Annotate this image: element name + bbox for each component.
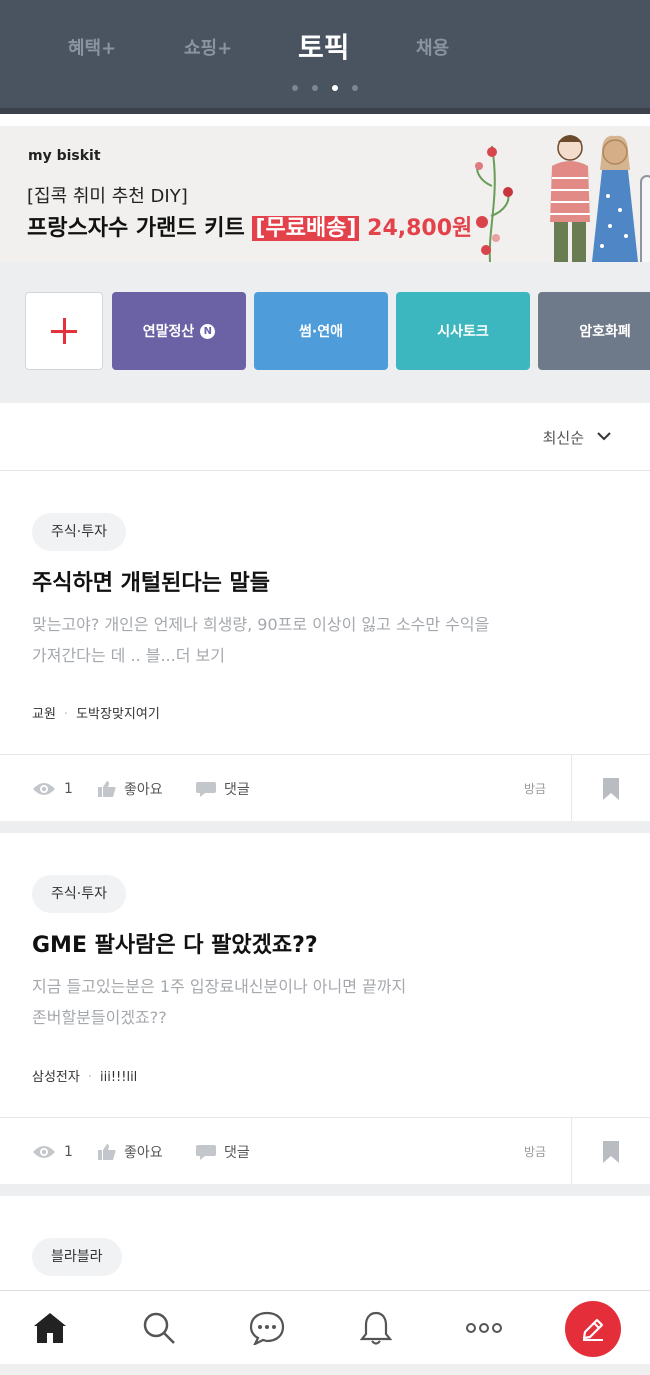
banner-illustration: [475, 135, 638, 262]
topic-category-bar: 연말정산 N 썸·연애 시사토크 암호화폐: [0, 262, 650, 403]
post-divider: [0, 1184, 650, 1196]
banner-title-main: 프랑스자수 가랜드 키트: [27, 216, 245, 241]
eye-icon: [33, 1146, 55, 1158]
post-topic-tag[interactable]: 블라블라: [32, 1238, 122, 1276]
app-screen: 혜택+ 쇼핑+ 토픽 채용 my biskit [집콕 취미 추천 DIY] 프…: [0, 0, 650, 1375]
post-topic-tag[interactable]: 주식·투자: [32, 875, 126, 913]
nav-notifications-button[interactable]: [358, 1309, 394, 1347]
write-post-button[interactable]: [565, 1301, 621, 1357]
post-topic-tag[interactable]: 주식·투자: [32, 513, 126, 551]
tab-shopping[interactable]: 쇼핑+: [184, 34, 232, 60]
topic-chip-label: 암호화폐: [579, 324, 631, 340]
view-count: 1: [32, 755, 73, 823]
bookmark-icon: [603, 1141, 619, 1163]
page-dot: [352, 85, 358, 91]
post-divider: [0, 821, 650, 833]
view-count-value: 1: [64, 781, 73, 797]
top-tab-bar: 혜택+ 쇼핑+ 토픽 채용: [0, 0, 650, 114]
page-indicator: [292, 85, 358, 91]
post-time: 방금: [524, 1145, 547, 1159]
bookmark-icon: [603, 778, 619, 800]
comment-button[interactable]: 댓글: [196, 755, 250, 823]
banner-subtitle: [집콕 취미 추천 DIY]: [27, 186, 188, 207]
plus-icon: [51, 318, 77, 344]
sort-row: 최신순: [0, 403, 650, 471]
tab-jobs[interactable]: 채용: [416, 34, 449, 60]
write-icon: [582, 1318, 604, 1341]
comment-label: 댓글: [224, 1145, 250, 1161]
topic-chip-current-affairs[interactable]: 시사토크: [396, 292, 530, 370]
comment-label: 댓글: [224, 782, 250, 798]
post-title[interactable]: GME 팔사람은 다 팔았겠죠??: [32, 927, 318, 959]
topic-chip-label: 연말정산: [142, 324, 195, 340]
home-icon: [34, 1313, 66, 1343]
add-topic-button[interactable]: [25, 292, 103, 370]
post-author-meta: 삼성전자 · iii!!!lil: [32, 1066, 137, 1085]
post-excerpt-line: 맞는고야? 개인은 언제나 희생량, 90프로 이상이 잃고 소수만 수익을: [32, 615, 490, 634]
sort-dropdown[interactable]: 최신순: [543, 427, 584, 448]
post-excerpt-line: 존버할분들이겠죠??: [32, 1008, 167, 1027]
author-company: 삼성전자: [32, 1070, 80, 1085]
comment-icon: [196, 782, 216, 797]
view-count: 1: [32, 1118, 73, 1186]
thumbs-up-icon: [98, 1144, 116, 1160]
comment-button[interactable]: 댓글: [196, 1118, 250, 1186]
like-button[interactable]: 좋아요: [98, 1118, 163, 1186]
banner-free-shipping: [무료배송]: [252, 216, 360, 241]
post-action-bar: 1 좋아요 댓글 방금: [0, 1117, 650, 1186]
topic-chip-crypto[interactable]: 암호화폐: [538, 292, 650, 370]
nav-search-button[interactable]: [141, 1309, 177, 1347]
post-excerpt: 맞는고야? 개인은 언제나 희생량, 90프로 이상이 잃고 소수만 수익을 가…: [32, 609, 592, 671]
post-excerpt-line: 지금 들고있는분은 1주 입장료내신분이나 아니면 끝까지: [32, 977, 407, 996]
search-icon: [143, 1312, 175, 1344]
topic-chip-tax[interactable]: 연말정산 N: [112, 292, 246, 370]
nav-more-button[interactable]: [466, 1309, 502, 1347]
banner-price: 24,800원: [367, 216, 473, 241]
topic-chip-label: 썸·연애: [299, 324, 343, 340]
nav-home-button[interactable]: [32, 1309, 68, 1347]
page-dot-active: [332, 85, 338, 91]
author-company: 교원: [32, 707, 56, 722]
post-title[interactable]: 주식하면 개털된다는 말들: [32, 565, 270, 597]
like-button[interactable]: 좋아요: [98, 755, 163, 823]
tab-benefits[interactable]: 혜택+: [68, 34, 116, 60]
meta-separator: ·: [87, 1070, 92, 1085]
like-label: 좋아요: [124, 1145, 163, 1161]
bell-icon: [360, 1311, 392, 1345]
bottom-navigation: [0, 1290, 650, 1375]
more-icon: [466, 1323, 502, 1333]
page-dot: [292, 85, 298, 91]
meta-separator: ·: [63, 707, 69, 722]
chat-icon: [249, 1311, 285, 1345]
post-excerpt: 지금 들고있는분은 1주 입장료내신분이나 아니면 끝까지 존버할분들이겠죠??: [32, 971, 592, 1033]
thumbs-up-icon: [98, 781, 116, 797]
post-card[interactable]: 주식·투자 주식하면 개털된다는 말들 맞는고야? 개인은 언제나 희생량, 9…: [0, 471, 650, 823]
post-author-meta: 교원 · 도박장맞지여기: [32, 703, 160, 722]
banner-title: 프랑스자수 가랜드 키트 [무료배송] 24,800원: [27, 210, 472, 242]
post-time: 방금: [524, 782, 547, 796]
author-nickname: 도박장맞지여기: [76, 707, 160, 722]
comment-icon: [196, 1145, 216, 1160]
like-label: 좋아요: [124, 782, 163, 798]
page-dot: [312, 85, 318, 91]
topic-chip-dating[interactable]: 썸·연애: [254, 292, 388, 370]
post-action-bar: 1 좋아요 댓글 방금: [0, 754, 650, 823]
eye-icon: [33, 783, 55, 795]
post-excerpt-line: 가져간다는 데 .. 블...더 보기: [32, 646, 225, 665]
post-card[interactable]: 주식·투자 GME 팔사람은 다 팔았겠죠?? 지금 들고있는분은 1주 입장료…: [0, 833, 650, 1186]
bookmark-button[interactable]: [571, 1118, 650, 1186]
system-home-bar: [0, 1364, 650, 1375]
view-count-value: 1: [64, 1144, 73, 1160]
chevron-down-icon[interactable]: [596, 428, 612, 444]
ad-banner[interactable]: my biskit [집콕 취미 추천 DIY] 프랑스자수 가랜드 키트 [무…: [0, 126, 650, 262]
topic-chip-label: 시사토크: [437, 324, 489, 340]
new-badge: N: [200, 323, 216, 339]
tab-topic[interactable]: 토픽: [298, 26, 350, 66]
post-card[interactable]: 블라블라: [0, 1196, 650, 1290]
nav-chat-button[interactable]: [249, 1309, 285, 1347]
bookmark-button[interactable]: [571, 755, 650, 823]
banner-brand: my biskit: [28, 148, 101, 164]
author-nickname: iii!!!lil: [99, 1070, 138, 1085]
